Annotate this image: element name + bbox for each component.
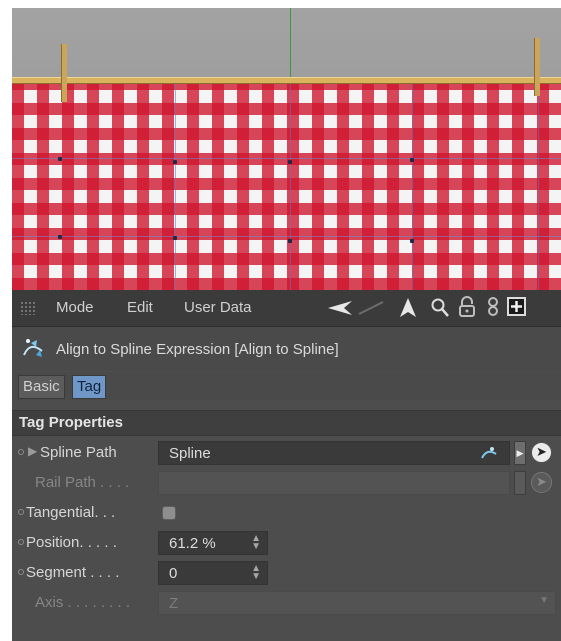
segment-value: 0 xyxy=(169,565,178,582)
mesh-point[interactable] xyxy=(410,158,414,162)
clothespin-right[interactable] xyxy=(534,38,540,96)
screenshot-frame: Mode Edit User Data Align to Spline Expr… xyxy=(0,0,561,641)
mesh-point[interactable] xyxy=(288,239,292,243)
mesh-point[interactable] xyxy=(173,236,177,240)
axis-value: Z xyxy=(169,595,179,612)
axis-label: Axis . . . . . . . . xyxy=(35,594,131,611)
axis-dropdown: Z ▼ xyxy=(158,591,556,615)
tangential-label: Tangential. . . xyxy=(26,504,116,521)
mesh-edge xyxy=(12,158,561,159)
spline-path-field[interactable]: Spline xyxy=(158,441,510,465)
stepper-arrows-icon[interactable]: ▲ ▼ xyxy=(251,564,261,582)
animation-dot-icon[interactable] xyxy=(18,569,24,575)
segment-row: Segment . . . . 0 ▲ ▼ xyxy=(12,558,561,588)
position-value: 61.2 % xyxy=(169,535,216,552)
position-label: Position. . . . . xyxy=(26,534,117,551)
position-field[interactable]: 61.2 % ▲ ▼ xyxy=(158,531,268,555)
tangential-row: Tangential. . . xyxy=(12,498,561,528)
link-icon[interactable] xyxy=(486,296,500,318)
attribute-manager: Mode Edit User Data Align to Spline Expr… xyxy=(12,290,561,641)
menu-bar: Mode Edit User Data xyxy=(12,290,561,327)
section-title: Tag Properties xyxy=(19,414,123,431)
segment-label: Segment . . . . xyxy=(26,564,120,581)
back-arrow-icon[interactable] xyxy=(326,299,354,317)
rail-path-label: Rail Path . . . . xyxy=(35,474,130,491)
animation-dot-icon[interactable] xyxy=(18,449,24,455)
tab-tag[interactable]: Tag xyxy=(72,375,107,399)
spline-path-menu-button[interactable]: ▶ xyxy=(514,441,526,465)
mesh-point[interactable] xyxy=(410,239,414,243)
spline-path-row: ▶ Spline Path Spline ▶ ➤ xyxy=(12,438,561,468)
lock-icon[interactable] xyxy=(458,296,476,318)
chevron-down-icon: ▼ xyxy=(539,595,549,606)
mesh-edge xyxy=(412,82,413,290)
cursor-up-icon[interactable] xyxy=(398,297,418,319)
mesh-point[interactable] xyxy=(288,160,292,164)
rail-path-row: Rail Path . . . . ➤ xyxy=(12,468,561,498)
pick-arrow-icon: ➤ xyxy=(536,444,547,459)
rail-path-field xyxy=(158,471,510,495)
object-title-row: Align to Spline Expression [Align to Spl… xyxy=(12,327,561,371)
search-icon[interactable] xyxy=(430,297,450,319)
tangential-checkbox[interactable] xyxy=(162,506,176,520)
object-title: Align to Spline Expression [Align to Spl… xyxy=(56,341,339,358)
spline-path-pick-button[interactable]: ➤ xyxy=(531,442,552,463)
menu-mode[interactable]: Mode xyxy=(56,299,94,316)
forward-arrow-icon[interactable] xyxy=(357,300,385,316)
spline-path-value: Spline xyxy=(169,445,211,462)
axis-row: Axis . . . . . . . . Z ▼ xyxy=(12,588,561,618)
rail-path-pick-button: ➤ xyxy=(531,472,552,493)
tab-basic[interactable]: Basic xyxy=(18,375,65,399)
new-window-icon[interactable] xyxy=(507,297,527,317)
y-axis-guide xyxy=(290,8,291,78)
rail-path-menu-button xyxy=(514,471,526,495)
mesh-edge xyxy=(12,236,561,237)
animation-dot-icon[interactable] xyxy=(18,539,24,545)
section-header: Tag Properties xyxy=(12,410,561,436)
menu-user-data[interactable]: User Data xyxy=(184,299,252,316)
mesh-edge xyxy=(538,82,539,290)
mesh-edge xyxy=(290,82,291,290)
mesh-edge xyxy=(175,82,176,290)
align-to-spline-icon xyxy=(23,339,43,357)
grip-icon[interactable] xyxy=(20,301,36,315)
spline-path-label: Spline Path xyxy=(40,444,117,461)
gingham-cloth-mesh[interactable] xyxy=(12,82,561,290)
tab-bar: Basic Tag xyxy=(12,372,561,400)
position-row: Position. . . . . 61.2 % ▲ ▼ xyxy=(12,528,561,558)
mesh-point[interactable] xyxy=(58,235,62,239)
stepper-arrows-icon[interactable]: ▲ ▼ xyxy=(251,534,261,552)
expand-arrow-icon[interactable]: ▶ xyxy=(28,444,37,458)
spline-object-icon xyxy=(481,447,497,459)
clothesline-rail[interactable] xyxy=(12,77,561,84)
pick-arrow-icon: ➤ xyxy=(536,474,547,489)
3d-viewport[interactable] xyxy=(12,8,561,290)
animation-dot-icon[interactable] xyxy=(18,509,24,515)
menu-edit[interactable]: Edit xyxy=(127,299,153,316)
clothespin-left[interactable] xyxy=(61,44,67,102)
segment-field[interactable]: 0 ▲ ▼ xyxy=(158,561,268,585)
mesh-point[interactable] xyxy=(58,157,62,161)
mesh-point[interactable] xyxy=(173,160,177,164)
